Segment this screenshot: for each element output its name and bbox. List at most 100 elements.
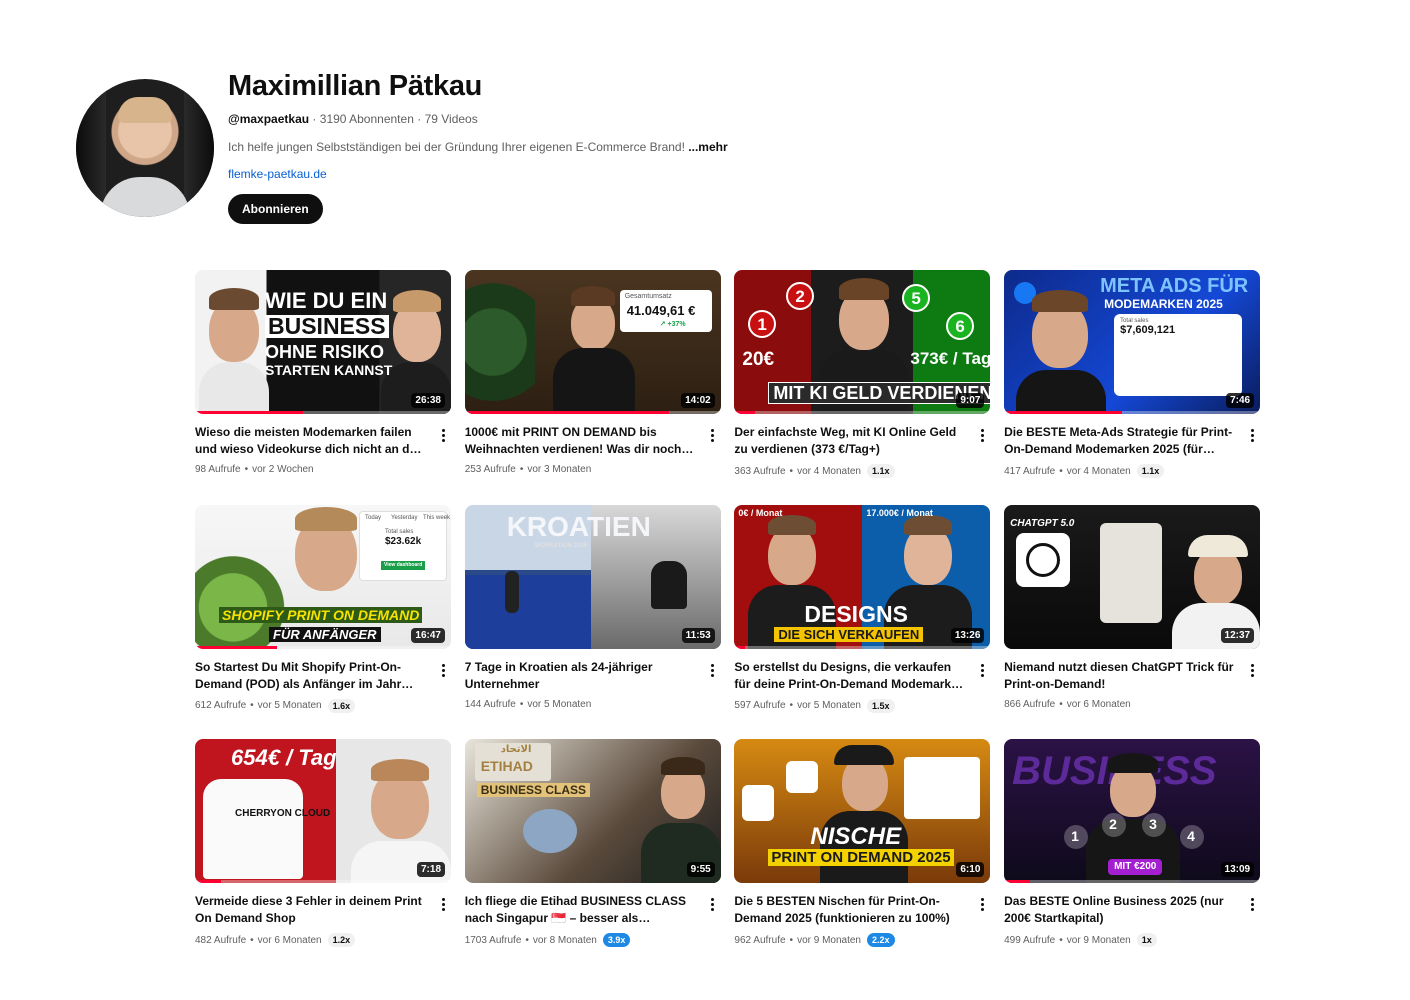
thumbnail-artwork — [199, 362, 269, 414]
video-duration: 12:37 — [1220, 627, 1255, 643]
video-meta: 962 Aufrufe • vor 9 Monaten 2.2x — [734, 933, 895, 947]
video-title[interactable]: Ich fliege die Etihad BUSINESS CLASS nac… — [465, 893, 697, 927]
video-duration: 11:53 — [681, 627, 715, 643]
upload-age: vor 5 Monaten — [527, 698, 592, 710]
upload-age: vor 5 Monaten — [797, 700, 861, 711]
more-actions-icon[interactable] — [439, 428, 447, 444]
upload-age: vor 6 Monaten — [257, 934, 322, 946]
meta-separator: · — [312, 112, 320, 126]
video-title[interactable]: 7 Tage in Kroatien als 24-jähriger Unter… — [465, 659, 697, 693]
thumbnail-text: الاتحاد — [500, 744, 532, 755]
more-actions-icon[interactable] — [1248, 663, 1256, 679]
video-title[interactable]: Wieso die meisten Modemarken failen und … — [195, 424, 427, 458]
video-thumbnail[interactable]: WIE DU EIN BUSINESS OHNE RISIKO STARTEN … — [195, 270, 451, 414]
video-thumbnail[interactable]: CHATGPT 5.0 12:37 — [1004, 504, 1261, 649]
video-thumbnail[interactable]: 654€ / Tag CHERRYON CLOUD 7:18 — [195, 739, 451, 883]
video-duration: 14:02 — [681, 393, 715, 408]
more-actions-icon[interactable] — [1248, 428, 1256, 444]
thumbnail-text: ETIHAD — [480, 758, 533, 774]
view-count: 253 Aufrufe — [464, 464, 516, 475]
watch-progress-track — [734, 411, 991, 414]
video-title[interactable]: Niemand nutzt diesen ChatGPT Trick für P… — [1004, 659, 1236, 693]
video-title[interactable]: So Startest Du Mit Shopify Print-On-Dema… — [195, 659, 427, 693]
video-card[interactable]: 0€ / Monat 17.000€ / Monat DESIGNS DIE S… — [734, 504, 991, 715]
thumbnail-text: DIE SICH VERKAUFEN — [774, 626, 924, 642]
video-card[interactable]: BUSINESS 1 2 3 4 MIT €20013:09 Das BESTE … — [1004, 739, 1261, 949]
video-title[interactable]: 1000€ mit PRINT ON DEMAND bis Weihnachte… — [465, 424, 697, 458]
watch-progress-bar — [1004, 880, 1030, 883]
video-card[interactable]: Today Yesterday This week Total sales $2… — [195, 504, 451, 715]
more-actions-icon[interactable] — [709, 897, 717, 913]
channel-handle: @maxpaetkau — [228, 112, 310, 126]
video-card[interactable]: 1 2 5 6 20€ 373€ / Tag+ MIT KI GELD VERD… — [734, 270, 991, 480]
video-card[interactable]: الاتحاد ETIHAD BUSINESS CLASS 9:55 Ich fli… — [464, 739, 721, 949]
thumbnail-artwork — [1100, 522, 1163, 623]
video-thumbnail[interactable]: Gesamtumsatz 41.049,61 € ↗ +37% 14:02 — [464, 270, 721, 414]
view-count: 1703 Aufrufe — [464, 934, 522, 946]
channel-avatar[interactable] — [76, 79, 214, 217]
video-thumbnail[interactable]: Today Yesterday This week Total sales $2… — [195, 504, 451, 649]
description-more-link[interactable]: ...mehr — [688, 140, 727, 154]
video-meta: 482 Aufrufe • vor 6 Monaten 1.2x — [195, 933, 356, 947]
thumbnail-text: MODEMARKEN 2025 — [1104, 297, 1223, 311]
video-thumbnail[interactable]: الاتحاد ETIHAD BUSINESS CLASS 9:55 — [464, 739, 721, 883]
channel-name: Maximillian Pätkau — [228, 70, 483, 102]
thumbnail-artwork — [371, 759, 429, 781]
thumbnail-text: DESIGNS — [804, 600, 908, 627]
thumbnail-text: STARTEN KANNST — [265, 362, 393, 378]
more-actions-icon[interactable] — [978, 428, 986, 444]
video-thumbnail[interactable]: BUSINESS 1 2 3 4 MIT €20013:09 — [1004, 739, 1261, 883]
thumbnail-text: 1 — [757, 315, 767, 334]
more-actions-icon[interactable] — [1248, 897, 1256, 913]
thumbnail-text: 3 — [1149, 816, 1157, 832]
thumbnail-artwork — [464, 270, 535, 414]
watch-progress-bar — [195, 645, 277, 649]
more-actions-icon[interactable] — [709, 663, 717, 679]
video-title[interactable]: Die 5 BESTEN Nischen für Print-On-Demand… — [734, 893, 966, 927]
video-duration: 9:55 — [686, 862, 715, 877]
video-thumbnail[interactable]: META ADS FÜR MODEMARKEN 2025 Total sales… — [1004, 270, 1261, 414]
video-duration: 26:38 — [411, 393, 445, 408]
more-actions-icon[interactable] — [709, 428, 717, 444]
video-thumbnail[interactable]: 1 2 5 6 20€ 373€ / Tag+ MIT KI GELD VERD… — [734, 270, 991, 414]
view-count: 144 Aufrufe — [464, 698, 516, 710]
avatar-curtain-left — [76, 79, 106, 217]
upload-age: vor 9 Monaten — [1066, 934, 1131, 946]
video-card[interactable]: META ADS FÜR MODEMARKEN 2025 Total sales… — [1004, 270, 1261, 480]
video-card[interactable]: KROATIEN WORKATION 2025 11:53 7 Tage in Kr… — [464, 504, 721, 715]
more-actions-icon[interactable] — [978, 897, 986, 913]
video-card[interactable]: WIE DU EIN BUSINESS OHNE RISIKO STARTEN … — [195, 270, 451, 480]
video-title[interactable]: Die BESTE Meta-Ads Strategie für Print-O… — [1004, 424, 1236, 458]
thumbnail-artwork — [1016, 370, 1107, 414]
video-meta: 98 Aufrufe • vor 2 Wochen — [195, 464, 314, 475]
playback-speed-badge: 1.1x — [1136, 464, 1165, 478]
thumbnail-text: MIT €200 — [1108, 859, 1163, 875]
thumbnail-text: BUSINESS CLASS — [476, 783, 591, 797]
video-card[interactable]: 654€ / Tag CHERRYON CLOUD 7:18 Vermeide di… — [195, 739, 451, 949]
video-thumbnail[interactable]: KROATIEN WORKATION 2025 11:53 — [464, 504, 721, 649]
video-title[interactable]: Der einfachste Weg, mit KI Online Geld z… — [734, 424, 966, 458]
playback-speed-badge: 2.2x — [867, 933, 895, 947]
video-title[interactable]: Das BESTE Online Business 2025 (nur 200€… — [1004, 893, 1236, 927]
video-card[interactable]: NISCHE PRINT ON DEMAND 2025 6:10 Die 5 BES… — [734, 739, 991, 949]
upload-age: vor 3 Monaten — [527, 464, 592, 475]
video-meta: 1703 Aufrufe • vor 8 Monaten 3.9x — [465, 933, 631, 947]
thumbnail-artwork — [552, 348, 635, 414]
video-card[interactable]: Gesamtumsatz 41.049,61 € ↗ +37% 14:02 1000… — [464, 270, 721, 480]
more-actions-icon[interactable] — [978, 663, 986, 679]
thumbnail-artwork — [504, 570, 519, 613]
watch-progress-bar — [195, 411, 303, 414]
more-actions-icon[interactable] — [439, 897, 447, 913]
channel-description[interactable]: Ich helfe jungen Selbstständigen bei der… — [228, 140, 728, 154]
video-title[interactable]: Vermeide diese 3 Fehler in deinem Print … — [195, 893, 427, 927]
channel-website-link[interactable]: flemke-paetkau.de — [228, 167, 327, 181]
subscribe-button[interactable]: Abonnieren — [228, 194, 323, 224]
video-thumbnail[interactable]: 0€ / Monat 17.000€ / Monat DESIGNS DIE S… — [734, 504, 991, 649]
video-title[interactable]: So erstellst du Designs, die verkaufen f… — [734, 659, 966, 693]
description-text: Ich helfe jungen Selbstständigen bei der… — [228, 140, 685, 154]
more-actions-icon[interactable] — [439, 663, 447, 679]
video-meta: 253 Aufrufe • vor 3 Monaten — [465, 464, 592, 475]
video-duration: 7:46 — [1226, 393, 1255, 408]
video-card[interactable]: CHATGPT 5.0 12:37 Niemand nutzt diesen Cha… — [1004, 504, 1261, 715]
video-thumbnail[interactable]: NISCHE PRINT ON DEMAND 2025 6:10 — [734, 739, 991, 883]
